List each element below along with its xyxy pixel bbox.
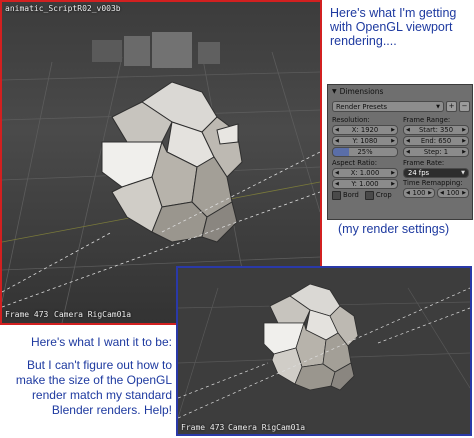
border-crop-row: Bord Crop (332, 190, 398, 200)
annotation-want-note: Here's what I want it to be: But I can't… (4, 335, 172, 418)
decrement-arrow-icon[interactable]: ◀ (440, 190, 444, 196)
decrement-arrow-icon[interactable]: ◀ (335, 181, 339, 187)
camera-label: Camera RigCam01a (54, 310, 132, 319)
decrement-arrow-icon[interactable]: ◀ (406, 127, 410, 133)
render-presets-row: Render Presets ▼ + − (332, 101, 470, 112)
time-remap-new-field[interactable]: ◀ 100 ▶ (437, 188, 469, 198)
frame-range-label: Frame Range: (403, 116, 451, 124)
aspect-y-field[interactable]: ◀ Y: 1.000 ▶ (332, 179, 398, 189)
increment-arrow-icon[interactable]: ▶ (462, 127, 466, 133)
aspect-x-field[interactable]: ◀ X: 1.000 ▶ (332, 168, 398, 178)
frame-label: Frame 473 (181, 423, 225, 432)
remove-preset-button[interactable]: − (459, 101, 470, 112)
collapse-triangle-icon[interactable]: ▼ (332, 88, 337, 95)
increment-arrow-icon[interactable]: ▶ (428, 190, 432, 196)
time-remap-old-field[interactable]: ◀ 100 ▶ (403, 188, 435, 198)
resolution-y-field[interactable]: ◀ Y: 1080 ▶ (332, 136, 398, 146)
crop-label: Crop (375, 191, 392, 199)
annotation-line: Blender renders. Help! (51, 403, 172, 417)
decrement-arrow-icon[interactable]: ◀ (335, 170, 339, 176)
frame-range-column: Frame Range: ◀ Start: 350 ▶ ◀ End: 650 ▶… (403, 116, 469, 199)
frame-label: Frame 473 (5, 310, 49, 319)
aspect-x-value: X: 1.000 (350, 169, 380, 177)
resolution-y-value: Y: 1080 (352, 137, 378, 145)
annotation-line: with OpenGL viewport (330, 20, 453, 34)
frame-end-field[interactable]: ◀ End: 650 ▶ (403, 136, 469, 146)
decrement-arrow-icon[interactable]: ◀ (406, 138, 410, 144)
time-remapping-label: Time Remapping: (403, 179, 463, 187)
viewport-scene (178, 268, 470, 434)
annotation-line: rendering.... (330, 34, 397, 48)
annotation-line: But I can't figure out how to (26, 358, 172, 372)
decrement-arrow-icon[interactable]: ◀ (335, 127, 339, 133)
increment-arrow-icon[interactable]: ▶ (391, 181, 395, 187)
annotation-spacer (4, 350, 172, 358)
add-preset-button[interactable]: + (446, 101, 457, 112)
annotation-line: render match my standard (31, 388, 172, 402)
dimensions-panel: ▼ Dimensions Render Presets ▼ + − Resolu… (327, 84, 473, 220)
time-remap-new-value: 100 (446, 189, 460, 197)
increment-arrow-icon[interactable]: ▶ (462, 149, 466, 155)
frame-rate-label: Frame Rate: (403, 159, 445, 167)
resolution-percent-value: 25% (357, 148, 373, 156)
render-presets-label: Render Presets (336, 102, 388, 111)
resolution-x-value: X: 1920 (351, 126, 379, 134)
aspect-ratio-label: Aspect Ratio: (332, 159, 377, 167)
frame-rate-value: 24 fps (408, 169, 430, 177)
dimensions-title: Dimensions (339, 86, 384, 96)
annotation-line: Here's what I want it to be: (30, 335, 172, 349)
crop-checkbox[interactable] (364, 190, 374, 200)
annotation-line: make the size of the OpenGL (15, 373, 172, 387)
frame-step-field[interactable]: ◀ Step: 1 ▶ (403, 147, 469, 157)
resolution-label: Resolution: (332, 116, 370, 124)
viewport-standard-render[interactable]: Frame 473 Camera RigCam01a (176, 266, 472, 436)
bord-label: Bord (343, 191, 359, 199)
time-remap-old-value: 100 (412, 189, 426, 197)
increment-arrow-icon[interactable]: ▶ (462, 190, 466, 196)
bord-checkbox[interactable] (332, 190, 341, 200)
increment-arrow-icon[interactable]: ▶ (391, 127, 395, 133)
dropdown-arrow-icon: ▼ (461, 170, 465, 176)
dropdown-arrow-icon: ▼ (436, 103, 440, 110)
frame-start-value: Start: 350 (418, 126, 454, 134)
frame-step-value: Step: 1 (423, 148, 449, 156)
increment-arrow-icon[interactable]: ▶ (391, 170, 395, 176)
aspect-y-value: Y: 1.000 (351, 180, 379, 188)
decrement-arrow-icon[interactable]: ◀ (406, 190, 410, 196)
decrement-arrow-icon[interactable]: ◀ (406, 149, 410, 155)
resolution-column: Resolution: ◀ X: 1920 ▶ ◀ Y: 1080 ▶ 25% … (332, 116, 398, 200)
decrement-arrow-icon[interactable]: ◀ (335, 138, 339, 144)
increment-arrow-icon[interactable]: ▶ (462, 138, 466, 144)
annotation-opengl-note: Here's what I'm getting with OpenGL view… (330, 6, 470, 48)
resolution-x-field[interactable]: ◀ X: 1920 ▶ (332, 125, 398, 135)
increment-arrow-icon[interactable]: ▶ (391, 138, 395, 144)
frame-end-value: End: 650 (420, 137, 452, 145)
frame-rate-dropdown[interactable]: 24 fps ▼ (403, 168, 469, 178)
render-settings-caption: (my render settings) (338, 222, 450, 236)
time-remapping-row: ◀ 100 ▶ ◀ 100 ▶ (403, 188, 469, 199)
render-presets-dropdown[interactable]: Render Presets ▼ (332, 101, 444, 112)
viewport-header-text: animatic_ScriptR02_v003b (5, 4, 121, 13)
dimensions-panel-header[interactable]: ▼ Dimensions (328, 85, 472, 97)
resolution-percent-slider[interactable]: 25% (332, 147, 398, 157)
camera-label: Camera RigCam01a (228, 423, 306, 432)
annotation-line: Here's what I'm getting (330, 6, 457, 20)
frame-start-field[interactable]: ◀ Start: 350 ▶ (403, 125, 469, 135)
